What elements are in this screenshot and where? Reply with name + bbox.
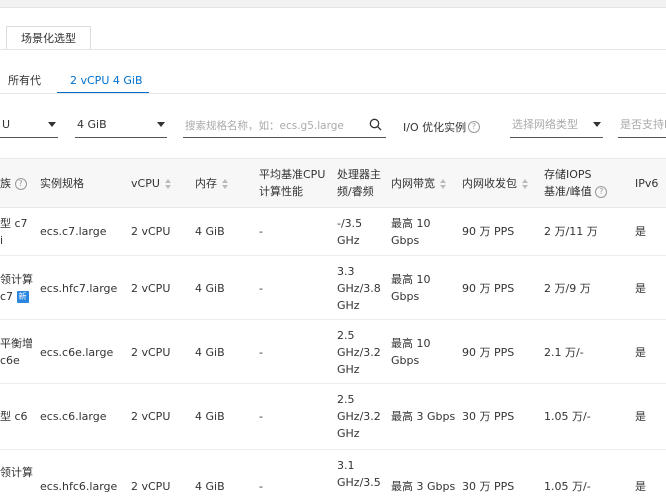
header-bandwidth[interactable]: 内网带宽: [391, 175, 447, 192]
frequency-cell: 3.3 GHz/3.8 GHz: [337, 265, 381, 312]
top-strip: [0, 0, 666, 8]
memory-select[interactable]: 4 GiB: [75, 114, 167, 138]
header-ipv6: IPv6: [635, 177, 659, 190]
ipv6-cell: 是: [635, 282, 646, 295]
sort-icon[interactable]: [440, 179, 447, 189]
iops-cell: 2.1 万/-: [544, 346, 584, 359]
sort-icon[interactable]: [164, 179, 172, 189]
ipv6-cell: 是: [635, 480, 646, 493]
bandwidth-cell: 最高 3 Gbps: [391, 410, 456, 423]
ipv6-select-placeholder: 是否支持I: [620, 118, 666, 131]
help-icon[interactable]: ?: [14, 178, 27, 190]
table-row[interactable]: 平衡增 c6e ecs.c6e.large 2 vCPU 4 GiB - 2.5 G…: [0, 320, 666, 384]
divider: [0, 93, 666, 94]
frequency-cell: 3.1 GHz/3.5: [337, 459, 381, 489]
ipv6-select[interactable]: 是否支持I: [618, 114, 666, 138]
iops-cell: 1.05 万/-: [544, 480, 591, 493]
bandwidth-cell: 最高 10 Gbps: [391, 337, 431, 367]
family-cell: 型 c7 i: [0, 217, 28, 247]
io-optimized-label: I/O 优化实例: [403, 121, 467, 134]
family-cell: 领计算: [0, 466, 33, 479]
table-row[interactable]: 领计算 ecs.hfc6.large 2 vCPU 4 GiB - 3.1 GHz…: [0, 450, 666, 500]
network-type-placeholder: 选择网络类型: [512, 118, 578, 131]
frequency-cell: 2.5 GHz/3.2 GHz: [337, 329, 381, 376]
table-row[interactable]: 型 c7 i ecs.c7.large 2 vCPU 4 GiB - -/3.5 G…: [0, 208, 666, 256]
vcpu-select[interactable]: U: [0, 114, 58, 138]
memory-cell: 4 GiB: [195, 480, 225, 493]
baseline-cell: -: [259, 282, 263, 295]
ipv6-cell: 是: [635, 225, 646, 238]
ipv6-cell: 是: [635, 346, 646, 359]
vcpu-cell: 2 vCPU: [131, 410, 171, 423]
header-pps[interactable]: 内网收发包: [462, 175, 529, 192]
memory-select-value: 4 GiB: [77, 118, 107, 131]
iops-cell: 2 万/11 万: [544, 225, 598, 238]
header-memory[interactable]: 内存: [195, 175, 229, 192]
header-spec: 实例规格: [40, 177, 84, 190]
header-cpu-frequency: 处理器主 频/睿频: [337, 168, 381, 198]
iops-cell: 1.05 万/-: [544, 410, 591, 423]
baseline-cell: -: [259, 225, 263, 238]
chevron-down-icon: [157, 122, 165, 127]
bandwidth-cell: 最高 3 Gbps: [391, 480, 456, 493]
header-vcpu[interactable]: vCPU: [131, 175, 172, 192]
baseline-cell: -: [259, 480, 263, 493]
header-family: 族 ?: [0, 175, 27, 192]
divider: [0, 49, 666, 50]
chevron-down-icon: [48, 122, 56, 127]
subtab-all-generations[interactable]: 所有代: [8, 72, 41, 92]
iops-cell: 2 万/9 万: [544, 282, 591, 295]
spec-search-input[interactable]: 搜索规格名称，如：ecs.g5.large: [183, 114, 386, 138]
memory-cell: 4 GiB: [195, 225, 225, 238]
family-cell: 平衡增 c6e: [0, 337, 33, 367]
spec-cell: ecs.hfc6.large: [40, 480, 118, 493]
baseline-cell: -: [259, 410, 263, 423]
subtab-2vcpu-4gib[interactable]: 2 vCPU 4 GiB: [70, 72, 143, 92]
pps-cell: 90 万 PPS: [462, 346, 515, 359]
frequency-cell: 2.5 GHz/3.2 GHz: [337, 393, 381, 440]
vcpu-cell: 2 vCPU: [131, 346, 171, 359]
network-type-select[interactable]: 选择网络类型: [510, 114, 603, 138]
bandwidth-cell: 最高 10 Gbps: [391, 273, 431, 303]
vcpu-cell: 2 vCPU: [131, 225, 171, 238]
vcpu-select-value: U: [2, 118, 11, 131]
help-icon[interactable]: ?: [468, 121, 480, 133]
pps-cell: 90 万 PPS: [462, 282, 515, 295]
header-baseline: 平均基准CPU 计算性能: [259, 168, 326, 198]
table-row[interactable]: 型 c6 ecs.c6.large 2 vCPU 4 GiB - 2.5 GHz/…: [0, 384, 666, 450]
pps-cell: 90 万 PPS: [462, 225, 515, 238]
spec-cell: ecs.c6.large: [40, 410, 107, 423]
sort-icon[interactable]: [222, 179, 229, 189]
sort-icon[interactable]: [522, 179, 529, 189]
spec-cell: ecs.c6e.large: [40, 346, 114, 359]
tab-scene-selection[interactable]: 场景化选型: [6, 26, 91, 50]
chevron-down-icon: [593, 122, 601, 127]
memory-cell: 4 GiB: [195, 282, 225, 295]
frequency-cell: -/3.5 GHz: [337, 217, 363, 247]
table-row[interactable]: 领计算 c7 新 ecs.hfc7.large 2 vCPU 4 GiB - 3.…: [0, 256, 666, 320]
family-cell: 型 c6: [0, 410, 28, 423]
search-placeholder: 搜索规格名称，如：ecs.g5.large: [185, 120, 344, 132]
badge-icon: 新: [16, 291, 29, 303]
baseline-cell: -: [259, 346, 263, 359]
memory-cell: 4 GiB: [195, 346, 225, 359]
table-header: 族 ? 实例规格 vCPU 内存 平均基准CPU 计算性能 处理器主 频/睿频 内网…: [0, 158, 666, 208]
spec-cell: ecs.hfc7.large: [40, 282, 118, 295]
search-icon[interactable]: [369, 118, 382, 134]
family-cell: 领计算 c7 新: [0, 273, 33, 303]
vcpu-cell: 2 vCPU: [131, 282, 171, 295]
bandwidth-cell: 最高 10 Gbps: [391, 217, 431, 247]
pps-cell: 30 万 PPS: [462, 410, 515, 423]
header-iops: 存储IOPS 基准/峰值 ?: [544, 166, 608, 200]
spec-cell: ecs.c7.large: [40, 225, 107, 238]
pps-cell: 30 万 PPS: [462, 480, 515, 493]
ipv6-cell: 是: [635, 410, 646, 423]
vcpu-cell: 2 vCPU: [131, 480, 171, 493]
help-icon[interactable]: ?: [595, 186, 608, 198]
memory-cell: 4 GiB: [195, 410, 225, 423]
